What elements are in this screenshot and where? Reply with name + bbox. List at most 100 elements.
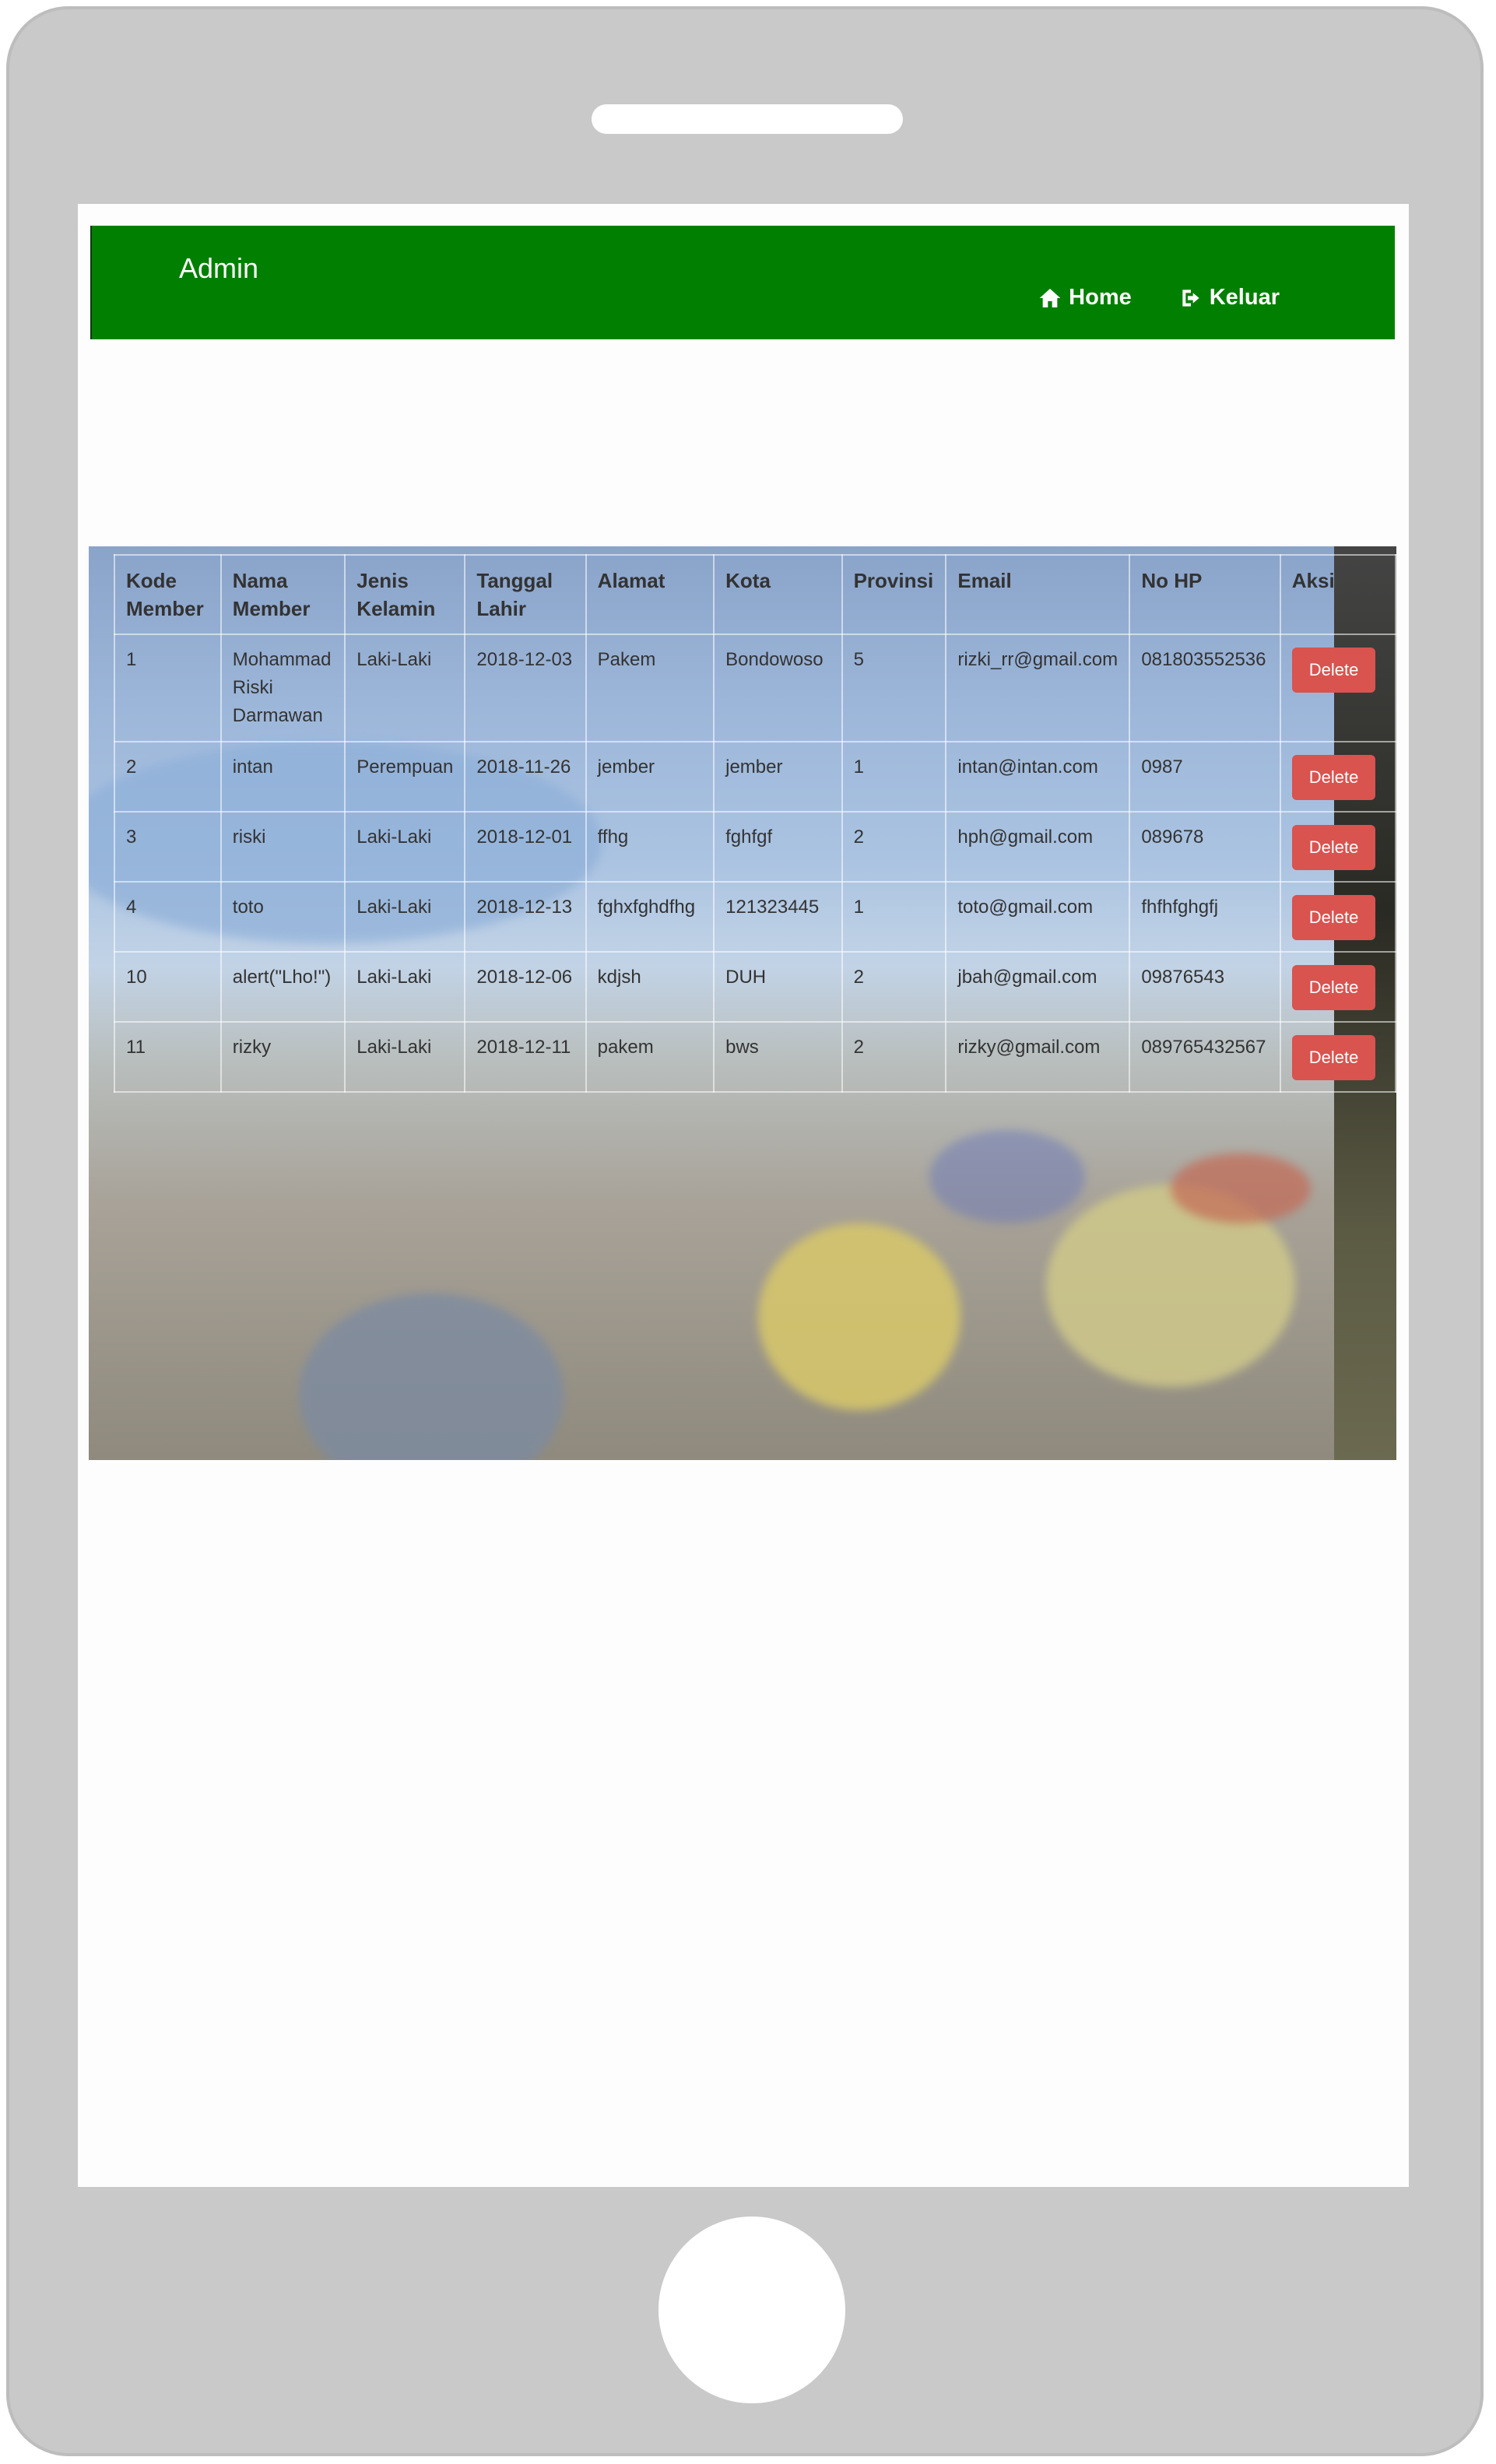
cell-nama: riski [219,811,346,883]
cell-nama: Mohammad Riski Darmawan [219,634,346,742]
cell-alamat: kdjsh [585,951,715,1023]
cell-email: rizki_rr@gmail.com [945,634,1131,742]
cell-aksi: Delete [1279,811,1396,883]
cell-alamat: jember [585,741,715,813]
cell-provinsi: 1 [841,741,947,813]
column-header: Nama Member [219,554,346,635]
navbar-brand[interactable]: Admin [179,252,258,285]
nav-link-label: Home [1069,285,1132,310]
cell-tanggal-lahir: 2018-12-13 [464,881,587,953]
column-header: Jenis Kelamin [344,554,466,635]
delete-button[interactable]: Delete [1291,648,1376,693]
cell-nama: toto [219,881,346,953]
cell-tanggal-lahir: 2018-12-03 [464,634,587,742]
cell-kode: 10 [114,951,222,1023]
background-people [929,1130,1085,1223]
member-table: Kode Member Nama Member Jenis Kelamin Ta… [114,554,1396,1093]
cell-jenis-kelamin: Perempuan [344,741,466,813]
table-row: 1 Mohammad Riski Darmawan Laki-Laki 2018… [114,634,1396,742]
table-row: 11 rizky Laki-Laki 2018-12-11 pakem bws … [114,1021,1396,1093]
nav-link-keluar[interactable]: Keluar [1178,285,1280,311]
cell-tanggal-lahir: 2018-12-01 [464,811,587,883]
cell-jenis-kelamin: Laki-Laki [344,634,466,742]
navbar: Admin Home Keluar [90,226,1395,339]
delete-button[interactable]: Delete [1291,895,1376,940]
cell-provinsi: 1 [841,881,947,953]
cell-kode: 2 [114,741,222,813]
cell-email: toto@gmail.com [945,881,1131,953]
cell-email: hph@gmail.com [945,811,1131,883]
cell-kode: 1 [114,634,222,742]
column-header: No HP [1129,554,1281,635]
cell-kota: Bondowoso [713,634,843,742]
cell-jenis-kelamin: Laki-Laki [344,881,466,953]
table-header-row: Kode Member Nama Member Jenis Kelamin Ta… [114,554,1396,635]
cell-email: jbah@gmail.com [945,951,1131,1023]
column-header: Kota [713,554,843,635]
cell-nama: rizky [219,1021,346,1093]
cell-kota: jember [713,741,843,813]
cell-aksi: Delete [1279,634,1396,742]
table-row: 4 toto Laki-Laki 2018-12-13 fghxfghdfhg … [114,881,1396,953]
cell-aksi: Delete [1279,741,1396,813]
cell-no-hp: 089765432567 [1129,1021,1281,1093]
cell-no-hp: fhfhfghgfj [1129,881,1281,953]
cell-no-hp: 0987 [1129,741,1281,813]
cell-kota: DUH [713,951,843,1023]
cell-provinsi: 2 [841,1021,947,1093]
cell-provinsi: 2 [841,951,947,1023]
cell-alamat: fghxfghdfhg [585,881,715,953]
delete-button[interactable]: Delete [1291,825,1376,870]
cell-kode: 4 [114,881,222,953]
sign-out-icon [1182,289,1199,307]
nav-link-home[interactable]: Home [1038,285,1132,311]
table-row: 10 alert("Lho!") Laki-Laki 2018-12-06 kd… [114,951,1396,1023]
cell-alamat: Pakem [585,634,715,742]
cell-aksi: Delete [1279,1021,1396,1093]
cell-aksi: Delete [1279,881,1396,953]
cell-alamat: ffhg [585,811,715,883]
phone-frame: Admin Home Keluar Kode Member Nama Membe… [6,6,1484,2456]
cell-provinsi: 2 [841,811,947,883]
cell-no-hp: 089678 [1129,811,1281,883]
cell-nama: intan [219,741,346,813]
cell-kota: fghfgf [713,811,843,883]
cell-nama: alert("Lho!") [219,951,346,1023]
background-tent [1171,1153,1311,1223]
phone-screen: Admin Home Keluar Kode Member Nama Membe… [78,204,1409,2187]
cell-aksi: Delete [1279,951,1396,1023]
home-icon [1039,288,1061,307]
column-header: Tanggal Lahir [464,554,587,635]
cell-email: rizky@gmail.com [945,1021,1131,1093]
nav-link-label: Keluar [1209,285,1280,310]
cell-tanggal-lahir: 2018-12-06 [464,951,587,1023]
nav-links: Home Keluar [1038,285,1280,311]
column-header: Email [945,554,1131,635]
cell-no-hp: 081803552536 [1129,634,1281,742]
cell-kota: bws [713,1021,843,1093]
column-header: Kode Member [114,554,222,635]
delete-button[interactable]: Delete [1291,1035,1376,1080]
cell-alamat: pakem [585,1021,715,1093]
cell-kota: 121323445 [713,881,843,953]
cell-jenis-kelamin: Laki-Laki [344,811,466,883]
cell-email: intan@intan.com [945,741,1131,813]
column-header: Provinsi [841,554,947,635]
delete-button[interactable]: Delete [1291,965,1376,1010]
cell-jenis-kelamin: Laki-Laki [344,951,466,1023]
background-image-panel: Kode Member Nama Member Jenis Kelamin Ta… [89,546,1396,1460]
phone-speaker [592,104,903,134]
background-tent [758,1223,960,1410]
phone-home-button[interactable] [658,2217,845,2403]
cell-jenis-kelamin: Laki-Laki [344,1021,466,1093]
cell-kode: 3 [114,811,222,883]
column-header: Alamat [585,554,715,635]
cell-tanggal-lahir: 2018-12-11 [464,1021,587,1093]
table-row: 3 riski Laki-Laki 2018-12-01 ffhg fghfgf… [114,811,1396,883]
table-row: 2 intan Perempuan 2018-11-26 jember jemb… [114,741,1396,813]
background-tent [299,1293,564,1460]
cell-provinsi: 5 [841,634,947,742]
delete-button[interactable]: Delete [1291,755,1376,800]
column-header: Aksi [1279,554,1396,635]
cell-kode: 11 [114,1021,222,1093]
